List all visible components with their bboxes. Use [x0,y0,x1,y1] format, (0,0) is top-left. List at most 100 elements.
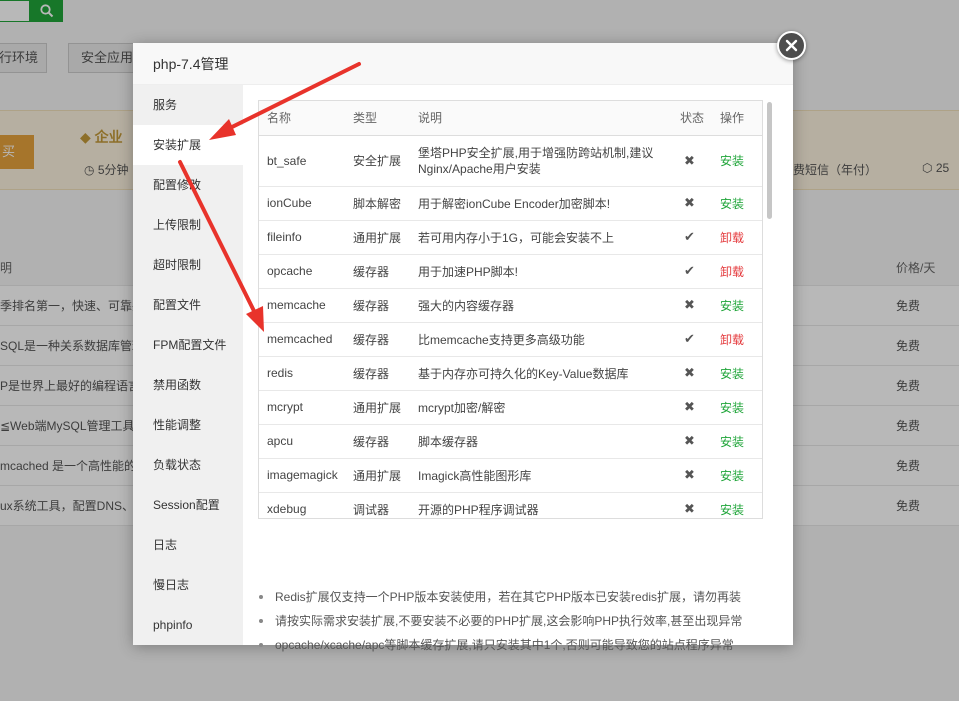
ext-op-cell: 卸载 [712,254,762,289]
ext-desc: 用于解密ionCube Encoder加密脚本! [410,186,672,221]
installed-check-icon: ✔ [672,220,712,255]
ext-type: 通用扩展 [345,220,410,255]
ext-op-cell: 安装 [712,288,762,323]
ext-name: memcached [259,322,345,357]
sidebar-item-config-file[interactable]: 配置文件 [133,285,243,325]
not-installed-x-icon: ✖ [672,186,712,221]
ext-name: mcrypt [259,390,345,425]
ext-op-cell: 卸载 [712,322,762,357]
close-dialog-button[interactable] [777,31,806,60]
extension-row: redis 缓存器 基于内存亦可持久化的Key-Value数据库 ✖ 安装 [259,356,762,391]
table-scrollbar[interactable] [765,100,774,519]
sidebar-item-config-edit[interactable]: 配置修改 [133,165,243,205]
install-link[interactable]: 安装 [720,503,744,517]
extension-row: xdebug 调试器 开源的PHP程序调试器 ✖ 安装 [259,492,762,518]
close-icon [785,39,798,52]
extensions-table-container[interactable]: 名称 类型 说明 状态 操作 bt_safe 安全扩展 堡塔PHP安全扩展,用于增强… [258,100,763,519]
not-installed-x-icon: ✖ [672,288,712,323]
ext-name: memcache [259,288,345,323]
ext-name: apcu [259,424,345,459]
php-manager-dialog: php-7.4管理 服务 安装扩展 配置修改 上传限制 超时限制 配置文件 FP… [133,43,793,652]
ext-op-cell: 安装 [712,135,762,187]
install-link[interactable]: 安装 [720,154,744,168]
ext-op-cell: 安装 [712,390,762,425]
ext-name: ionCube [259,186,345,221]
uninstall-link[interactable]: 卸载 [720,231,744,245]
extension-row: opcache 缓存器 用于加速PHP脚本! ✔ 卸载 [259,254,762,289]
ext-type: 缓存器 [345,424,410,459]
not-installed-x-icon: ✖ [672,458,712,493]
ext-desc: mcrypt加密/解密 [410,390,672,425]
scrollbar-thumb[interactable] [767,102,772,219]
tips-list: Redis扩展仅支持一个PHP版本安装使用，若在其它PHP版本已安装redis扩… [258,585,778,657]
ext-op-cell: 安装 [712,458,762,493]
install-link[interactable]: 安装 [720,401,744,415]
ext-desc: 堡塔PHP安全扩展,用于增强防跨站机制,建议Nginx/Apache用户安装 [410,135,672,187]
ext-op-cell: 卸载 [712,220,762,255]
sidebar-item-upload-limit[interactable]: 上传限制 [133,205,243,245]
dialog-title: php-7.4管理 [133,43,793,85]
ext-op-cell: 安装 [712,186,762,221]
install-link[interactable]: 安装 [720,367,744,381]
ext-type: 缓存器 [345,254,410,289]
extensions-table: 名称 类型 说明 状态 操作 bt_safe 安全扩展 堡塔PHP安全扩展,用于增强… [259,101,762,518]
ext-type: 缓存器 [345,322,410,357]
ext-name: fileinfo [259,220,345,255]
uninstall-link[interactable]: 卸载 [720,333,744,347]
col-header-desc: 说明 [410,101,672,136]
sidebar-item-service[interactable]: 服务 [133,85,243,125]
sidebar-item-install-extensions[interactable]: 安装扩展 [133,125,243,165]
install-link[interactable]: 安装 [720,469,744,483]
ext-type: 缓存器 [345,356,410,391]
extension-row: apcu 缓存器 脚本缓存器 ✖ 安装 [259,424,762,459]
ext-desc: 脚本缓存器 [410,424,672,459]
ext-desc: 强大的内容缓存器 [410,288,672,323]
ext-desc: 比memcache支持更多高级功能 [410,322,672,357]
ext-name: redis [259,356,345,391]
extension-row: memcache 缓存器 强大的内容缓存器 ✖ 安装 [259,288,762,323]
not-installed-x-icon: ✖ [672,424,712,459]
sidebar-item-disabled-functions[interactable]: 禁用函数 [133,365,243,405]
sidebar-item-performance[interactable]: 性能调整 [133,405,243,445]
sidebar-item-session-config[interactable]: Session配置 [133,485,243,525]
uninstall-link[interactable]: 卸载 [720,265,744,279]
extension-row: bt_safe 安全扩展 堡塔PHP安全扩展,用于增强防跨站机制,建议Nginx/A… [259,135,762,187]
sidebar-item-phpinfo[interactable]: phpinfo [133,605,243,645]
tip-item: opcache/xcache/apc等脚本缓存扩展,请只安装其中1个,否则可能导… [258,633,778,657]
ext-name: xdebug [259,492,345,518]
extensions-panel: 名称 类型 说明 状态 操作 bt_safe 安全扩展 堡塔PHP安全扩展,用于增强… [243,85,793,652]
ext-desc: 用于加速PHP脚本! [410,254,672,289]
extension-row: fileinfo 通用扩展 若可用内存小于1G，可能会安装不上 ✔ 卸载 [259,220,762,255]
not-installed-x-icon: ✖ [672,356,712,391]
ext-op-cell: 安装 [712,492,762,518]
sidebar-item-timeout-limit[interactable]: 超时限制 [133,245,243,285]
ext-desc: 基于内存亦可持久化的Key-Value数据库 [410,356,672,391]
col-header-status: 状态 [672,101,712,136]
ext-op-cell: 安装 [712,424,762,459]
ext-desc: Imagick高性能图形库 [410,458,672,493]
col-header-name: 名称 [259,101,345,136]
not-installed-x-icon: ✖ [672,390,712,425]
sidebar-item-log[interactable]: 日志 [133,525,243,565]
installed-check-icon: ✔ [672,254,712,289]
ext-desc: 若可用内存小于1G，可能会安装不上 [410,220,672,255]
extension-row: mcrypt 通用扩展 mcrypt加密/解密 ✖ 安装 [259,390,762,425]
ext-type: 缓存器 [345,288,410,323]
tip-item: 请按实际需求安装扩展,不要安装不必要的PHP扩展,这会影响PHP执行效率,甚至出… [258,609,778,633]
not-installed-x-icon: ✖ [672,135,712,187]
install-link[interactable]: 安装 [720,435,744,449]
installed-check-icon: ✔ [672,322,712,357]
install-link[interactable]: 安装 [720,299,744,313]
sidebar-item-slow-log[interactable]: 慢日志 [133,565,243,605]
sidebar-item-load-status[interactable]: 负载状态 [133,445,243,485]
col-header-type: 类型 [345,101,410,136]
extensions-table-header: 名称 类型 说明 状态 操作 [259,101,762,136]
install-link[interactable]: 安装 [720,197,744,211]
tip-item: Redis扩展仅支持一个PHP版本安装使用，若在其它PHP版本已安装redis扩… [258,585,778,609]
ext-name: imagemagick [259,458,345,493]
ext-type: 脚本解密 [345,186,410,221]
not-installed-x-icon: ✖ [672,492,712,518]
sidebar-item-fpm-config[interactable]: FPM配置文件 [133,325,243,365]
ext-op-cell: 安装 [712,356,762,391]
ext-type: 安全扩展 [345,135,410,187]
